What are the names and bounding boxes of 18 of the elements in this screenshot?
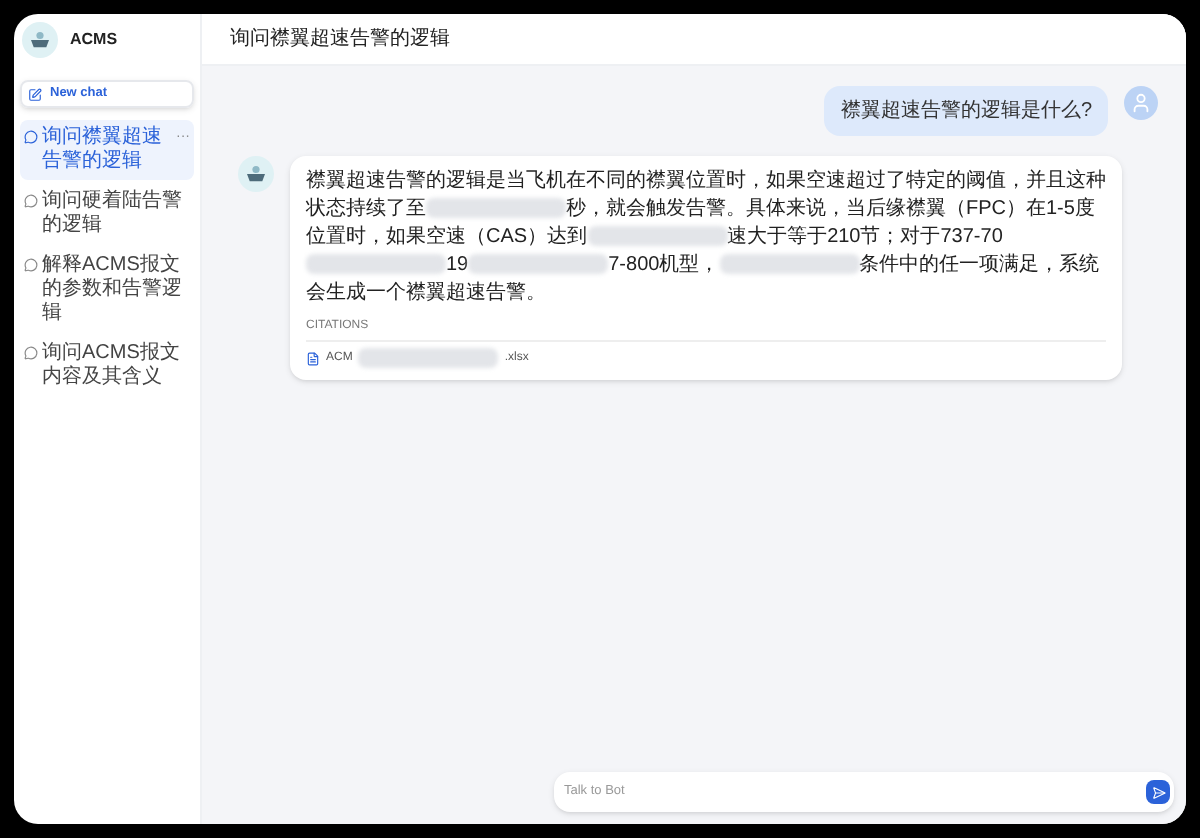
chat-icon [24, 346, 38, 360]
chat-title: 询问襟翼超速告警的逻辑 [230, 25, 450, 54]
chat-history-item[interactable]: 解释ACMS报文的参数和告警逻辑 [20, 248, 194, 332]
user-avatar-icon [1124, 86, 1158, 120]
chat-history-item[interactable]: 询问硬着陆告警的逻辑 [20, 184, 194, 244]
chat-history-item[interactable]: 询问ACMS报文内容及其含义 [20, 336, 194, 396]
bot-avatar-icon [22, 22, 58, 58]
app-name: ACMS [70, 28, 118, 52]
send-icon [1151, 785, 1165, 799]
chat-icon [24, 130, 38, 144]
send-button[interactable] [1146, 780, 1170, 804]
bot-avatar-icon [238, 156, 274, 192]
chat-icon [24, 258, 38, 272]
bot-message: 襟翼超速告警的逻辑是当飞机在不同的襟翼位置时，如果空速超过了特定的阈值，并且这种状态持续了至 秒，就会触发告警。具体来说，当后缘襟翼（FPC）在1-5度位置时，如果空速（CAS）达到 速大于等于210节；对于737-70 19 7-800机型， 条件中的任一项满足，系统会生成一个襟翼超速告警。 [306, 168, 1106, 308]
edit-icon [28, 87, 42, 101]
document-icon [306, 351, 320, 365]
chat-icon [24, 194, 38, 208]
user-message: 襟翼超速告警的逻辑是什么? [824, 86, 1108, 136]
